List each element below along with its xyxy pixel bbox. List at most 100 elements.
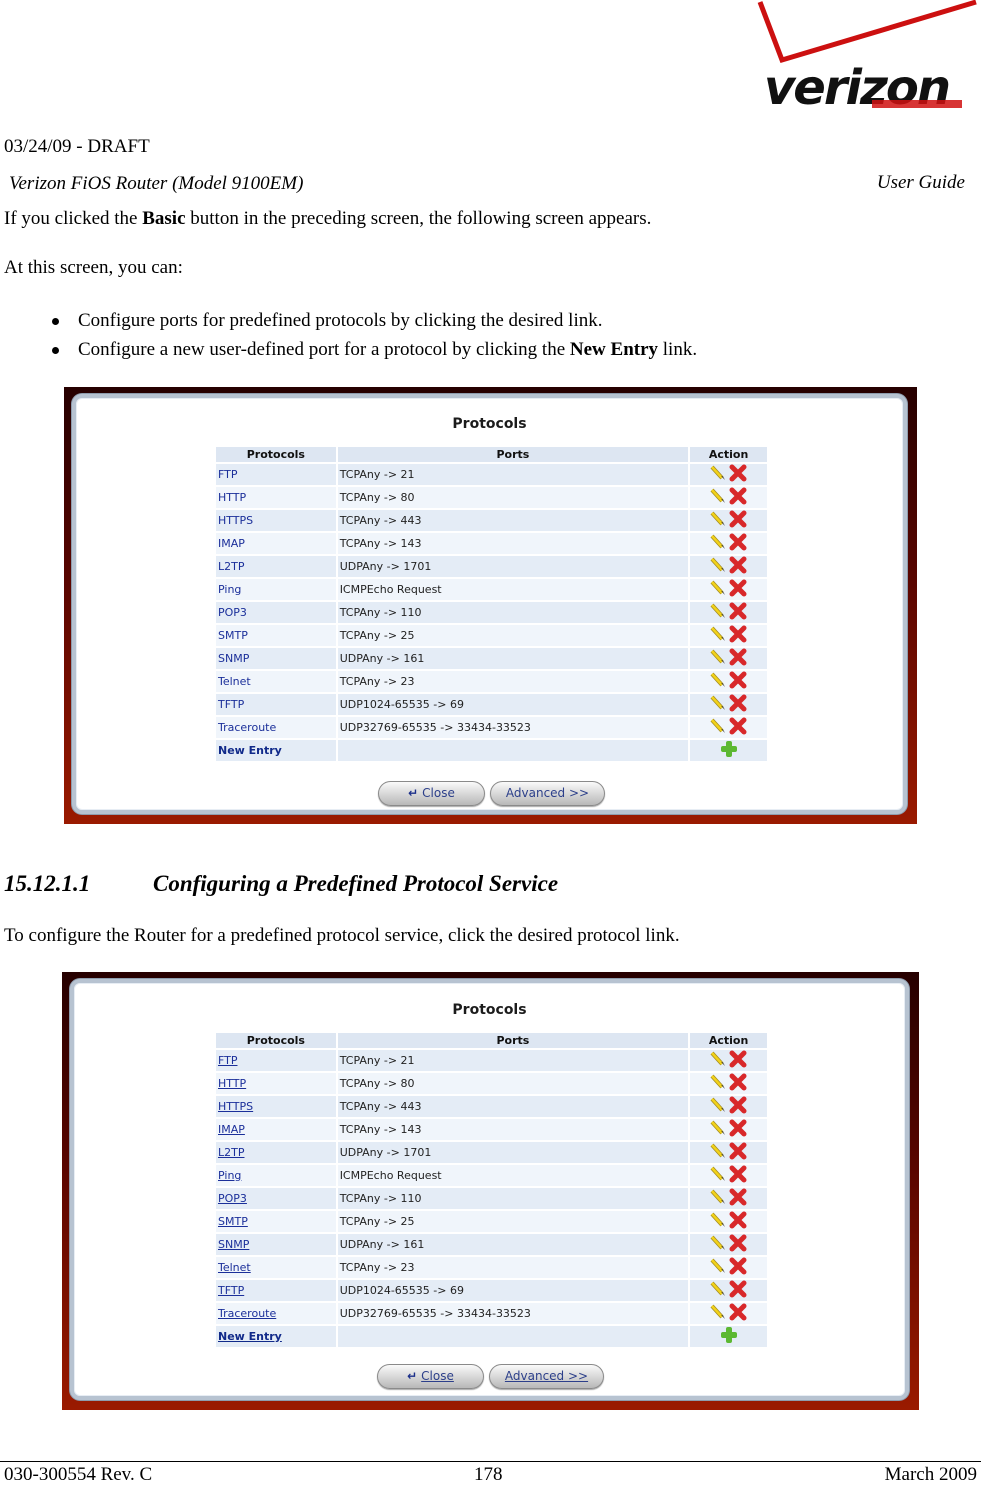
protocols-screenshot-basic: Protocols Protocols Ports Action FTP TCPAny … xyxy=(64,387,917,824)
delete-x-icon[interactable] xyxy=(729,625,747,646)
protocol-link[interactable]: SNMP xyxy=(218,1238,249,1251)
delete-x-icon[interactable] xyxy=(729,648,747,669)
delete-x-icon[interactable] xyxy=(729,533,747,554)
protocol-link[interactable]: Traceroute xyxy=(218,1307,276,1320)
delete-x-icon[interactable] xyxy=(729,1303,747,1324)
ports-cell: TCPAny -> 25 xyxy=(336,1209,691,1233)
protocol-link[interactable]: SNMP xyxy=(218,652,249,665)
table-row: Telnet TCPAny -> 23 xyxy=(216,1255,769,1279)
delete-x-icon[interactable] xyxy=(729,1050,747,1071)
section-heading: 15.12.1.1 Configuring a Predefined Protoc… xyxy=(4,871,558,897)
edit-pencil-icon[interactable] xyxy=(710,1166,726,1185)
edit-pencil-icon[interactable] xyxy=(710,1074,726,1093)
edit-pencil-icon[interactable] xyxy=(710,534,726,553)
protocol-link[interactable]: HTTP xyxy=(218,491,246,504)
action-cell xyxy=(689,554,769,578)
protocol-link[interactable]: TFTP xyxy=(218,698,244,711)
protocol-link[interactable]: Ping xyxy=(218,1169,241,1182)
protocol-cell: POP3 xyxy=(216,1186,338,1210)
edit-pencil-icon[interactable] xyxy=(710,1212,726,1231)
protocol-link[interactable]: SMTP xyxy=(218,629,248,642)
edit-pencil-icon[interactable] xyxy=(710,488,726,507)
delete-x-icon[interactable] xyxy=(729,464,747,485)
delete-x-icon[interactable] xyxy=(729,1211,747,1232)
protocol-link[interactable]: POP3 xyxy=(218,606,247,619)
protocol-link[interactable]: Ping xyxy=(218,583,241,596)
intro-paragraph: If you clicked the Basic button in the p… xyxy=(4,208,651,230)
delete-x-icon[interactable] xyxy=(729,1257,747,1278)
advanced-button[interactable]: Advanced >> xyxy=(489,1364,604,1389)
new-entry-link[interactable]: New Entry xyxy=(218,1330,282,1343)
close-button[interactable]: ↵ Close xyxy=(377,1364,484,1389)
table-row: SNMP UDPAny -> 161 xyxy=(216,646,769,670)
table-row: SMTP TCPAny -> 25 xyxy=(216,623,769,647)
edit-pencil-icon[interactable] xyxy=(710,603,726,622)
edit-pencil-icon[interactable] xyxy=(710,1143,726,1162)
delete-x-icon[interactable] xyxy=(729,1142,747,1163)
edit-pencil-icon[interactable] xyxy=(710,1258,726,1277)
action-cell xyxy=(689,1117,769,1141)
edit-pencil-icon[interactable] xyxy=(710,511,726,530)
protocol-link[interactable]: IMAP xyxy=(218,1123,245,1136)
table-row: Ping ICMPEcho Request xyxy=(216,1163,769,1187)
delete-x-icon[interactable] xyxy=(729,671,747,692)
protocols-panel: Protocols Protocols Ports Action FTP TCPAny … xyxy=(70,979,909,1400)
new-entry-link[interactable]: New Entry xyxy=(218,744,282,757)
protocol-link[interactable]: Traceroute xyxy=(218,721,276,734)
edit-pencil-icon[interactable] xyxy=(710,695,726,714)
protocol-link[interactable]: HTTPS xyxy=(218,514,253,527)
delete-x-icon[interactable] xyxy=(729,510,747,531)
action-cell xyxy=(689,1324,769,1347)
protocol-link[interactable]: L2TP xyxy=(218,560,244,573)
protocol-link[interactable]: IMAP xyxy=(218,537,245,550)
delete-x-icon[interactable] xyxy=(729,1188,747,1209)
table-row: SMTP TCPAny -> 25 xyxy=(216,1209,769,1233)
protocol-link[interactable]: POP3 xyxy=(218,1192,247,1205)
edit-pencil-icon[interactable] xyxy=(710,672,726,691)
delete-x-icon[interactable] xyxy=(729,1165,747,1186)
edit-pencil-icon[interactable] xyxy=(710,1120,726,1139)
delete-x-icon[interactable] xyxy=(729,602,747,623)
edit-pencil-icon[interactable] xyxy=(710,557,726,576)
protocol-link[interactable]: TFTP xyxy=(218,1284,244,1297)
ports-cell: TCPAny -> 21 xyxy=(336,1048,691,1072)
delete-x-icon[interactable] xyxy=(729,1234,747,1255)
protocol-link[interactable]: Telnet xyxy=(218,675,251,688)
advanced-button[interactable]: Advanced >> xyxy=(490,781,605,806)
edit-pencil-icon[interactable] xyxy=(710,718,726,737)
delete-x-icon[interactable] xyxy=(729,1073,747,1094)
protocol-link[interactable]: FTP xyxy=(218,1054,238,1067)
protocol-link[interactable]: SMTP xyxy=(218,1215,248,1228)
protocol-link[interactable]: HTTP xyxy=(218,1077,246,1090)
delete-x-icon[interactable] xyxy=(729,1096,747,1117)
edit-pencil-icon[interactable] xyxy=(710,1281,726,1300)
delete-x-icon[interactable] xyxy=(729,556,747,577)
table-row: TFTP UDP1024-65535 -> 69 xyxy=(216,692,769,716)
protocol-link[interactable]: Telnet xyxy=(218,1261,251,1274)
add-plus-icon[interactable] xyxy=(720,1326,738,1347)
delete-x-icon[interactable] xyxy=(729,717,747,738)
edit-pencil-icon[interactable] xyxy=(710,649,726,668)
delete-x-icon[interactable] xyxy=(729,1280,747,1301)
delete-x-icon[interactable] xyxy=(729,487,747,508)
protocol-link[interactable]: HTTPS xyxy=(218,1100,253,1113)
edit-pencil-icon[interactable] xyxy=(710,465,726,484)
protocol-cell: Telnet xyxy=(216,669,338,693)
edit-pencil-icon[interactable] xyxy=(710,580,726,599)
ports-cell: TCPAny -> 443 xyxy=(336,1094,691,1118)
close-button[interactable]: ↵ Close xyxy=(378,781,485,806)
delete-x-icon[interactable] xyxy=(729,579,747,600)
protocol-cell: POP3 xyxy=(216,600,338,624)
edit-pencil-icon[interactable] xyxy=(710,1189,726,1208)
edit-pencil-icon[interactable] xyxy=(710,1235,726,1254)
edit-pencil-icon[interactable] xyxy=(710,1051,726,1070)
edit-pencil-icon[interactable] xyxy=(710,626,726,645)
protocol-link[interactable]: L2TP xyxy=(218,1146,244,1159)
ports-cell: TCPAny -> 110 xyxy=(336,600,691,624)
delete-x-icon[interactable] xyxy=(729,1119,747,1140)
edit-pencil-icon[interactable] xyxy=(710,1304,726,1323)
add-plus-icon[interactable] xyxy=(720,740,738,761)
delete-x-icon[interactable] xyxy=(729,694,747,715)
edit-pencil-icon[interactable] xyxy=(710,1097,726,1116)
protocol-link[interactable]: FTP xyxy=(218,468,238,481)
